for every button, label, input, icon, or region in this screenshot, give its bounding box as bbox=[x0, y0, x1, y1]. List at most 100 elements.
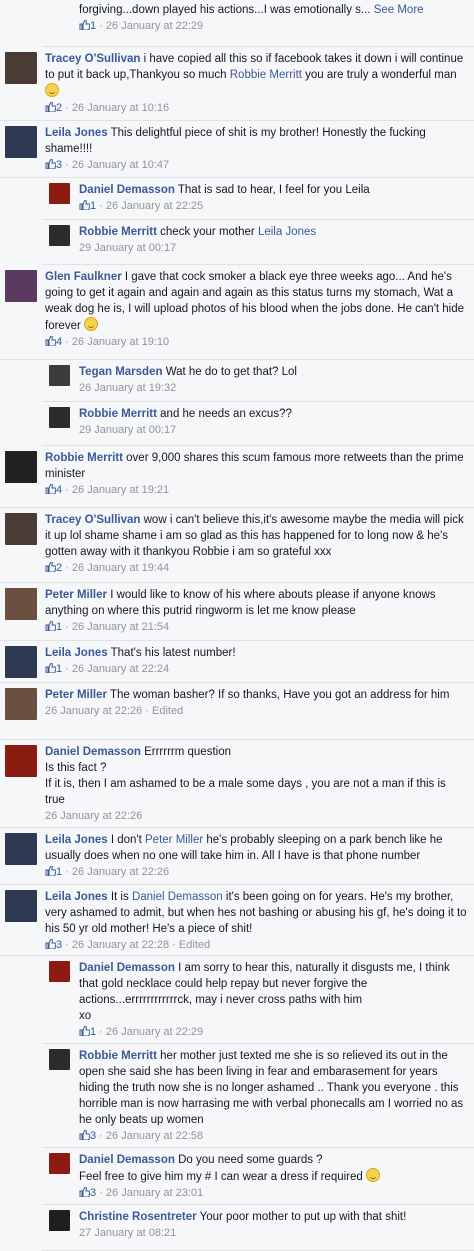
avatar[interactable] bbox=[5, 126, 37, 158]
comment-meta: 27 January at 08:21 bbox=[79, 1225, 468, 1241]
like-count[interactable]: 2 bbox=[45, 561, 62, 574]
comment-author-link[interactable]: Peter Miller bbox=[45, 589, 107, 601]
comment-author-link[interactable]: Peter Miller bbox=[45, 689, 107, 701]
like-count[interactable]: 2 bbox=[45, 101, 62, 114]
comment-timestamp[interactable]: 26 January at 22:29 bbox=[106, 20, 203, 32]
comment-author-link[interactable]: Daniel Demasson bbox=[45, 746, 141, 758]
mention-link[interactable]: Daniel Demasson bbox=[132, 891, 223, 903]
avatar[interactable] bbox=[5, 833, 37, 865]
comment-timestamp[interactable]: 29 January at 00:17 bbox=[79, 242, 176, 254]
comment-author-link[interactable]: Daniel Demasson bbox=[79, 184, 175, 196]
comment-author-link[interactable]: Robbie Merritt bbox=[79, 408, 157, 420]
comment-text: Daniel Demasson Do you need some guards … bbox=[79, 1152, 468, 1201]
comment: Leila Jones This delightful piece of shi… bbox=[0, 121, 474, 178]
comment-author-link[interactable]: Robbie Merritt bbox=[79, 1050, 157, 1062]
thumbs-up-icon bbox=[45, 620, 57, 632]
thumbs-up-icon bbox=[45, 865, 57, 877]
comment-author-link[interactable]: Glen Faulkner bbox=[45, 271, 122, 283]
comment-timestamp[interactable]: 26 January at 10:16 bbox=[72, 102, 169, 114]
reply-comment: Robbie Merritt check your mother Leila J… bbox=[42, 220, 474, 265]
avatar[interactable] bbox=[5, 513, 37, 545]
comment-meta: 1 · 26 January at 22:25 bbox=[79, 198, 468, 214]
comment-body: and he needs an excus?? bbox=[160, 408, 292, 420]
comment-author-link[interactable]: Leila Jones bbox=[45, 891, 108, 903]
avatar[interactable] bbox=[5, 646, 37, 678]
comment-timestamp[interactable]: 26 January at 22:26 · Edited bbox=[45, 705, 183, 717]
comment-timestamp[interactable]: 26 January at 22:26 bbox=[72, 866, 169, 878]
comment-timestamp[interactable]: 26 January at 22:25 bbox=[106, 200, 203, 212]
comment-meta: 1 · 26 January at 22:26 bbox=[45, 864, 468, 880]
avatar[interactable] bbox=[49, 225, 70, 246]
like-count[interactable]: 1 bbox=[79, 19, 96, 32]
comment-author-link[interactable]: Tracey O'Sullivan bbox=[45, 53, 140, 65]
comment-body-continued: you are truly a wonderful man bbox=[301, 69, 457, 81]
comment-meta: 29 January at 00:17 bbox=[79, 422, 468, 438]
comment-timestamp[interactable]: 26 January at 19:44 bbox=[72, 562, 169, 574]
comment-timestamp[interactable]: 26 January at 22:29 bbox=[106, 1026, 203, 1038]
like-count[interactable]: 4 bbox=[45, 335, 62, 348]
comment-timestamp[interactable]: 26 January at 19:32 bbox=[79, 382, 176, 394]
comment-timestamp[interactable]: 26 January at 22:28 · Edited bbox=[72, 939, 210, 951]
comment-author-link[interactable]: Tracey O'Sullivan bbox=[45, 514, 140, 526]
comment-meta: 2 · 26 January at 19:44 bbox=[45, 560, 468, 576]
see-more-link[interactable]: See More bbox=[374, 4, 424, 16]
comment-text: Tracey O'Sullivan i have copied all this… bbox=[45, 51, 468, 116]
avatar[interactable] bbox=[49, 961, 70, 982]
like-count-value: 1 bbox=[90, 200, 97, 212]
like-count[interactable]: 1 bbox=[45, 865, 62, 878]
comment-author-link[interactable]: Robbie Merritt bbox=[79, 226, 157, 238]
comment-meta: 4 · 26 January at 19:10 bbox=[45, 334, 468, 350]
avatar[interactable] bbox=[49, 183, 70, 204]
comment-timestamp[interactable]: 26 January at 10:47 bbox=[72, 159, 169, 171]
comment-author-link[interactable]: Robbie Merritt bbox=[45, 452, 123, 464]
like-count-value: 1 bbox=[56, 621, 63, 633]
comment-text: Robbie Merritt over 9,000 shares this sc… bbox=[45, 450, 468, 498]
like-count[interactable]: 3 bbox=[79, 1186, 96, 1199]
comment-timestamp[interactable]: 26 January at 19:10 bbox=[72, 336, 169, 348]
avatar[interactable] bbox=[49, 1153, 70, 1174]
like-count[interactable]: 3 bbox=[45, 938, 62, 951]
like-count[interactable]: 1 bbox=[45, 620, 63, 633]
avatar[interactable] bbox=[5, 588, 37, 620]
like-count[interactable]: 1 bbox=[79, 199, 97, 212]
thumbs-up-icon bbox=[45, 101, 57, 113]
comment-timestamp[interactable]: 26 January at 23:01 bbox=[106, 1187, 203, 1199]
mention-link[interactable]: Robbie Merritt bbox=[230, 69, 302, 81]
comment-body: Wat he do to get that? Lol bbox=[165, 366, 297, 378]
like-count-value: 1 bbox=[56, 663, 63, 675]
mention-link[interactable]: Peter Miller bbox=[145, 834, 203, 846]
like-count[interactable]: 1 bbox=[79, 1025, 96, 1038]
comment-text: Peter Miller The woman basher? If so tha… bbox=[45, 687, 468, 719]
like-count[interactable]: 3 bbox=[79, 1129, 96, 1142]
avatar[interactable] bbox=[5, 52, 37, 84]
avatar[interactable] bbox=[5, 451, 37, 483]
like-count[interactable]: 1 bbox=[45, 662, 63, 675]
comment-author-link[interactable]: Daniel Demasson bbox=[79, 962, 175, 974]
comment-timestamp[interactable]: 26 January at 22:24 bbox=[72, 663, 169, 675]
like-count[interactable]: 4 bbox=[45, 483, 62, 496]
avatar[interactable] bbox=[5, 688, 37, 720]
avatar[interactable] bbox=[49, 1210, 70, 1231]
avatar[interactable] bbox=[49, 1049, 70, 1070]
comment-author-link[interactable]: Leila Jones bbox=[45, 127, 108, 139]
avatar[interactable] bbox=[5, 745, 37, 777]
comment: Peter Miller The woman basher? If so tha… bbox=[0, 683, 474, 740]
comment: Leila Jones That's his latest number! 1 ·… bbox=[0, 641, 474, 683]
avatar[interactable] bbox=[5, 890, 37, 922]
like-count[interactable]: 3 bbox=[45, 158, 62, 171]
comment-timestamp[interactable]: 26 January at 22:26 bbox=[45, 810, 142, 822]
comment-timestamp[interactable]: 26 January at 21:54 bbox=[72, 621, 169, 633]
comment-timestamp[interactable]: 27 January at 08:21 bbox=[79, 1227, 176, 1239]
comment-timestamp[interactable]: 26 January at 22:58 bbox=[106, 1130, 203, 1142]
comment-author-link[interactable]: Leila Jones bbox=[45, 647, 108, 659]
mention-link[interactable]: Leila Jones bbox=[258, 226, 316, 238]
comment-author-link[interactable]: Leila Jones bbox=[45, 834, 108, 846]
avatar[interactable] bbox=[49, 365, 70, 386]
comment-author-link[interactable]: Daniel Demasson bbox=[79, 1154, 175, 1166]
avatar[interactable] bbox=[5, 270, 37, 302]
comment-author-link[interactable]: Christine Rosentreter bbox=[79, 1211, 197, 1223]
avatar[interactable] bbox=[49, 407, 70, 428]
comment-author-link[interactable]: Tegan Marsden bbox=[79, 366, 163, 378]
comment-timestamp[interactable]: 26 January at 19:21 bbox=[72, 484, 169, 496]
comment-timestamp[interactable]: 29 January at 00:17 bbox=[79, 424, 176, 436]
